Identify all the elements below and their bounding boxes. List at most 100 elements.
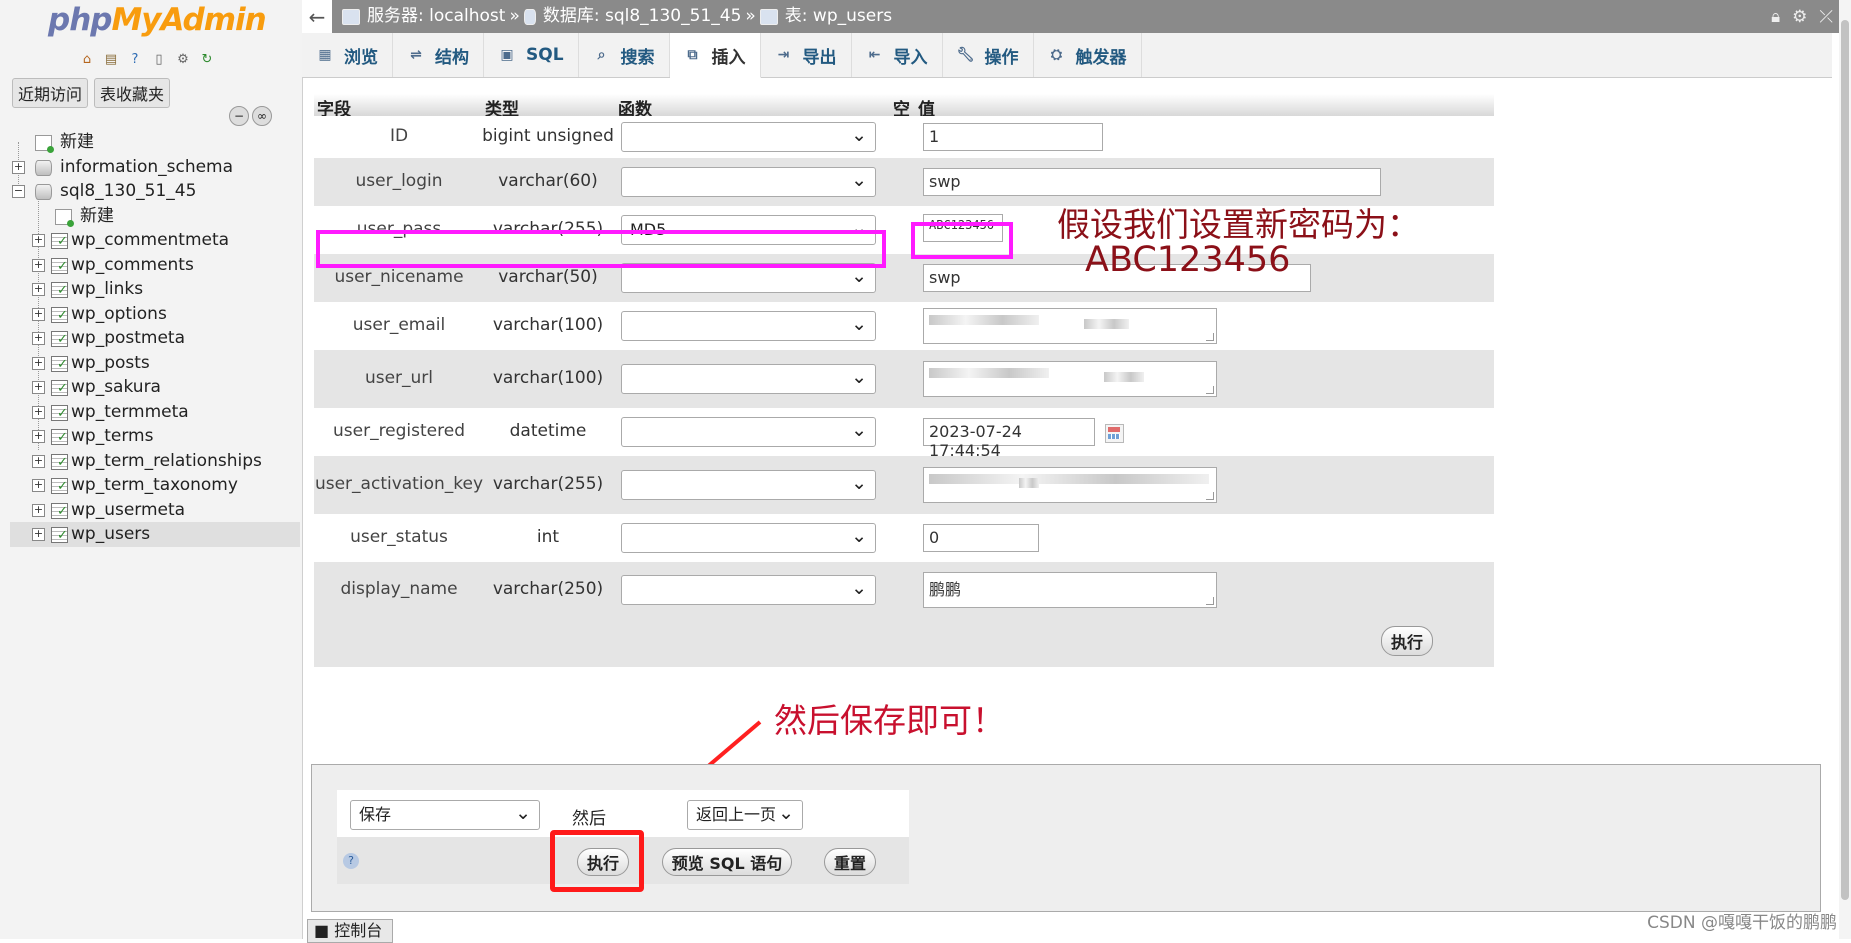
tree-db-information-schema[interactable]: + information_schema	[10, 155, 300, 180]
expand-icon[interactable]: +	[32, 528, 45, 541]
expand-icon[interactable]: +	[32, 332, 45, 345]
value-text: swp	[929, 268, 961, 287]
tree-table-wp-options[interactable]: + wp_options	[10, 302, 300, 328]
expand-icon[interactable]: +	[32, 405, 45, 419]
expand-icon[interactable]: +	[32, 356, 45, 370]
scrollbar[interactable]	[1839, 0, 1851, 939]
highlight-execute-button	[550, 830, 644, 892]
lock-icon[interactable]: 🔒︎	[1771, 7, 1780, 27]
function-select[interactable]	[621, 469, 876, 500]
tree-db-sql8[interactable]: − sql8_130_51_45	[10, 179, 300, 204]
value-input[interactable]	[923, 361, 1217, 397]
function-select[interactable]	[621, 363, 876, 394]
tab-browse[interactable]: ▦ 浏览	[302, 33, 393, 77]
function-select[interactable]	[621, 166, 876, 197]
preview-sql-button[interactable]: 预览 SQL 语句	[662, 848, 792, 876]
collapse-all-icon[interactable]: −	[229, 106, 249, 126]
tree-table-wp-termmeta[interactable]: + wp_termmeta	[10, 400, 300, 426]
tree-table-wp-sakura[interactable]: + wp_sakura	[10, 375, 300, 402]
tab-insert[interactable]: ⧉ 插入	[669, 33, 761, 78]
function-select[interactable]	[621, 522, 876, 553]
help-icon[interactable]: ?	[126, 50, 144, 68]
tree-new[interactable]: 新建	[10, 130, 300, 155]
help-icon[interactable]: ?	[343, 853, 359, 869]
action-select[interactable]: 保存	[350, 799, 540, 830]
expand-icon[interactable]: +	[32, 307, 45, 321]
reset-button[interactable]: 重置	[824, 848, 876, 876]
expand-icon[interactable]: +	[32, 503, 45, 517]
wrench-icon: 🔧︎	[956, 47, 975, 63]
value-input[interactable]: swp	[923, 168, 1381, 196]
expand-icon[interactable]: +	[32, 234, 45, 247]
expand-icon[interactable]: +	[32, 258, 45, 272]
breadcrumb-server[interactable]: 服务器: localhost	[367, 0, 505, 33]
value-input[interactable]: 1	[923, 123, 1103, 151]
function-select[interactable]	[621, 310, 876, 341]
tab-search[interactable]: ⌕ 搜索	[579, 33, 670, 77]
structure-icon: ⇌	[410, 47, 422, 63]
table-icon	[51, 377, 68, 402]
function-select[interactable]	[621, 416, 876, 447]
value-input[interactable]: 鹏鹏	[923, 572, 1217, 608]
tree-table-wp-comments[interactable]: + wp_comments	[10, 253, 300, 279]
expand-icon[interactable]: +	[12, 160, 25, 174]
tree-table-wp-term-taxonomy[interactable]: + wp_term_taxonomy	[10, 473, 300, 500]
value-input[interactable]: 2023-07-24 17:44:54	[923, 418, 1095, 460]
form-go-button[interactable]: 执行	[1381, 626, 1433, 656]
value-text: 2023-07-24 17:44:54	[929, 422, 1022, 460]
function-select[interactable]	[621, 121, 876, 152]
expand-icon[interactable]: +	[32, 381, 45, 394]
docs-icon[interactable]: ▯	[150, 50, 168, 68]
tab-export[interactable]: ⇥ 导出	[761, 33, 852, 77]
breadcrumb-table[interactable]: 表: wp_users	[785, 0, 892, 33]
home-icon[interactable]: ⌂	[78, 50, 96, 68]
tab-operations[interactable]: 🔧︎ 操作	[943, 33, 1034, 77]
after-insert-select[interactable]: 返回上一页	[687, 799, 803, 830]
table-icon	[51, 255, 68, 279]
tree-db-label: information_schema	[60, 156, 234, 177]
tab-triggers[interactable]: ⛭ 触发器	[1034, 33, 1142, 77]
function-select[interactable]	[621, 574, 876, 605]
exit-icon[interactable]: ▤	[102, 50, 120, 68]
database-icon	[35, 159, 52, 176]
expand-icon[interactable]: +	[32, 283, 45, 296]
field-type: varchar(100)	[492, 368, 604, 388]
collapse-top-icon[interactable]: ⤫	[1819, 7, 1833, 27]
expand-icon[interactable]: +	[32, 454, 45, 468]
breadcrumb-database[interactable]: 数据库: sql8_130_51_45	[543, 0, 742, 33]
settings-gear-icon[interactable]: ⚙	[174, 50, 192, 68]
tab-structure[interactable]: ⇌ 结构	[393, 33, 484, 77]
browse-icon: ▦	[318, 47, 332, 63]
settings-gear-icon[interactable]: ⚙	[1792, 7, 1807, 27]
link-with-main-icon[interactable]: ∞	[252, 106, 272, 126]
tree-table-wp-commentmeta[interactable]: + wp_commentmeta	[10, 228, 300, 255]
tree-new-table-label: 新建	[80, 205, 114, 226]
value-input[interactable]	[923, 308, 1217, 344]
console-label: 控制台	[334, 921, 383, 940]
tree-table-wp-term-relationships[interactable]: + wp_term_relationships	[10, 449, 300, 475]
redacted-text	[1104, 372, 1144, 382]
value-input[interactable]: 0	[923, 524, 1039, 552]
console-tab[interactable]: ■ 控制台	[307, 919, 393, 943]
tree-table-wp-posts[interactable]: + wp_posts	[10, 351, 300, 377]
field-row-user-registered: user_registered datetime 2023-07-24 17:44:…	[314, 408, 1494, 460]
tree-table-wp-users[interactable]: + wp_users	[10, 522, 300, 549]
expand-icon[interactable]: +	[32, 479, 45, 492]
expand-icon[interactable]: +	[32, 430, 45, 443]
tree-table-wp-usermeta[interactable]: + wp_usermeta	[10, 498, 300, 524]
favorites-tab[interactable]: 表收藏夹	[94, 78, 171, 108]
reload-icon[interactable]: ↻	[198, 50, 216, 68]
tab-sql[interactable]: ▣ SQL	[484, 33, 579, 77]
tree-table-wp-terms[interactable]: + wp_terms	[10, 424, 300, 451]
phpmyadmin-logo[interactable]: phpMyAdmin	[48, 2, 267, 38]
tree-table-wp-postmeta[interactable]: + wp_postmeta	[10, 326, 300, 353]
recent-tab[interactable]: 近期访问	[12, 78, 89, 108]
calendar-icon[interactable]	[1105, 424, 1124, 443]
tree-table-new[interactable]: 新建	[10, 204, 300, 229]
tab-import[interactable]: ⇤ 导入	[852, 33, 943, 77]
collapse-nav-icon[interactable]: ←	[302, 0, 333, 33]
tree-table-wp-links[interactable]: + wp_links	[10, 277, 300, 304]
collapse-icon[interactable]: −	[12, 185, 25, 198]
value-input[interactable]	[923, 467, 1217, 503]
field-name: user_login	[355, 171, 443, 191]
